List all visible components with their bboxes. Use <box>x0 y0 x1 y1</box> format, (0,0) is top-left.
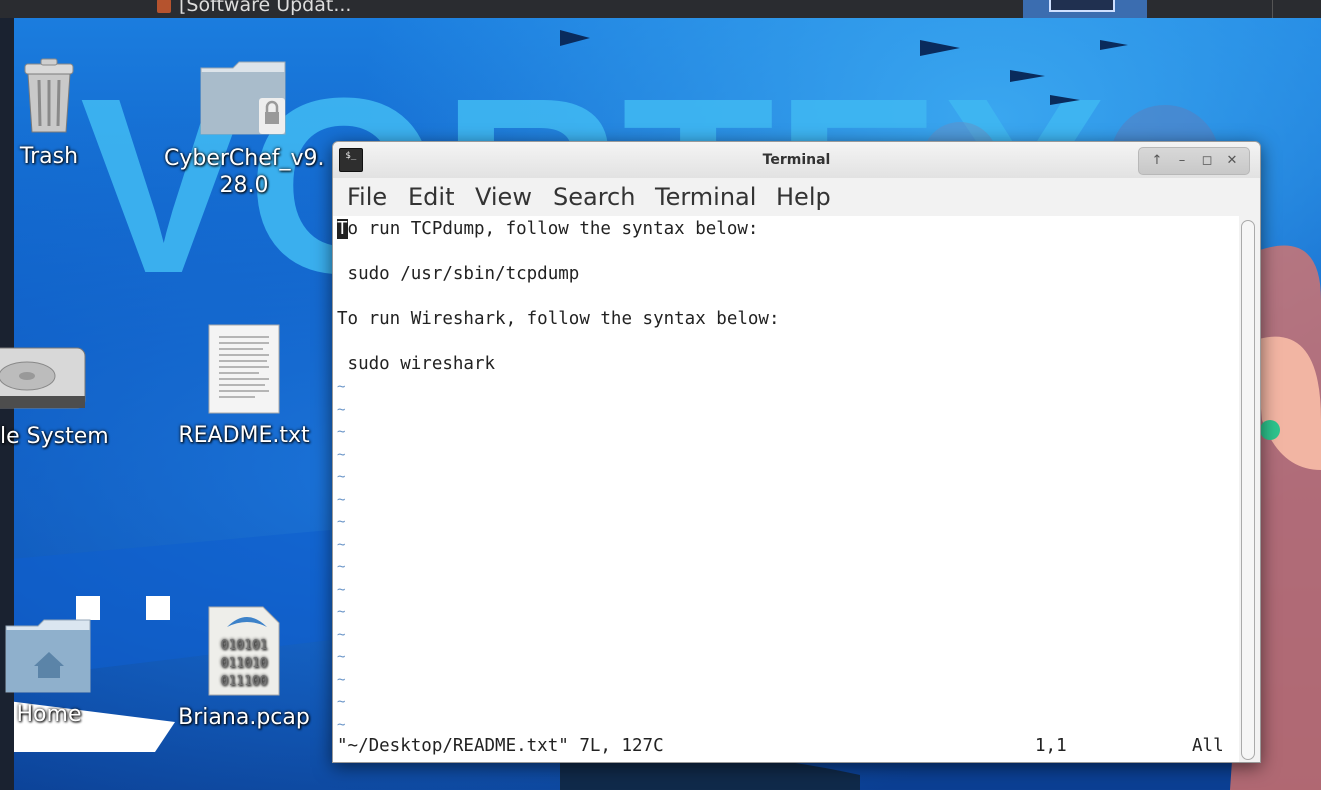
empty-line-tilde: ~ <box>337 379 346 395</box>
desktop-icon-label-line2: 28.0 <box>219 173 269 198</box>
empty-line-tilde: ~ <box>337 717 346 733</box>
vim-status-file: "~/Desktop/README.txt" 7L, 127C <box>337 736 664 756</box>
menu-view[interactable]: View <box>475 178 532 216</box>
text-cursor: T <box>337 219 348 239</box>
empty-line-tilde: ~ <box>337 402 346 418</box>
editor-line-5: To run Wireshark, follow the syntax belo… <box>337 309 780 329</box>
trash-icon <box>24 58 74 133</box>
editor-line-7: sudo wireshark <box>337 354 496 374</box>
empty-line-tilde: ~ <box>337 514 346 530</box>
workspace-switcher[interactable] <box>1023 0 1147 18</box>
menu-help[interactable]: Help <box>776 178 831 216</box>
terminal-scrollbar[interactable] <box>1241 220 1255 760</box>
terminal-window: $_ Terminal ↑ – ◻ ✕ File Edit View Searc… <box>332 141 1261 763</box>
desktop-icon-label: CyberChef_v9. <box>164 146 325 171</box>
vim-status-scroll: All <box>1192 736 1224 756</box>
binary-text-line: 011100 <box>221 674 268 689</box>
empty-line-tilde: ~ <box>337 492 346 508</box>
desktop-icon-label: Home <box>16 702 82 727</box>
text-file-icon <box>208 324 280 414</box>
empty-line-tilde: ~ <box>337 604 346 620</box>
terminal-content[interactable]: To run TCPdump, follow the syntax below:… <box>333 216 1239 762</box>
keep-above-icon[interactable]: ↑ <box>1145 150 1169 172</box>
desktop-icon-readme[interactable]: README.txt <box>164 323 324 451</box>
locked-folder-icon <box>200 61 286 135</box>
desktop-icon-cyberchef[interactable]: CyberChef_v9. 28.0 <box>164 58 325 201</box>
desktop-icon-home[interactable]: Home <box>0 618 129 730</box>
editor-line-text: o run TCPdump, follow the syntax below: <box>347 219 759 239</box>
taskbar: [Software Updat... <box>0 0 1321 18</box>
empty-line-tilde: ~ <box>337 649 346 665</box>
workspace-thumbnail <box>1049 0 1115 12</box>
editor-line-1: To run TCPdump, follow the syntax below: <box>337 218 758 240</box>
window-title: Terminal <box>762 152 831 168</box>
window-titlebar[interactable]: $_ Terminal ↑ – ◻ ✕ <box>333 142 1260 178</box>
desktop-icon-label: le System <box>0 424 109 449</box>
desktop-icon-briana-pcap[interactable]: 010101 011010 011100 Briana.pcap <box>164 605 324 733</box>
menu-bar: File Edit View Search Terminal Help <box>333 178 1260 216</box>
maximize-icon[interactable]: ◻ <box>1195 150 1219 172</box>
desktop-icon-label: README.txt <box>178 423 310 448</box>
binary-text-line: 010101 <box>221 638 268 653</box>
empty-line-tilde: ~ <box>337 582 346 598</box>
desktop-icon-trash[interactable]: Trash <box>0 58 129 172</box>
minimize-icon[interactable]: – <box>1170 150 1194 172</box>
taskbar-item-software-update[interactable]: [Software Updat... <box>157 0 351 16</box>
taskbar-item-label: [Software Updat... <box>179 0 352 16</box>
empty-line-tilde: ~ <box>337 627 346 643</box>
empty-line-tilde: ~ <box>337 559 346 575</box>
desktop-icon-label: Trash <box>19 144 79 169</box>
empty-line-tilde: ~ <box>337 469 346 485</box>
editor-line-3: sudo /usr/sbin/tcpdump <box>337 264 580 284</box>
hard-drive-icon <box>0 347 86 409</box>
vim-status-position: 1,1 <box>1035 736 1067 756</box>
binary-file-icon: 010101 011010 011100 <box>208 606 280 696</box>
empty-line-tilde: ~ <box>337 447 346 463</box>
empty-line-tilde: ~ <box>337 672 346 688</box>
software-update-icon <box>157 0 171 13</box>
home-folder-icon <box>5 619 91 693</box>
menu-search[interactable]: Search <box>553 178 635 216</box>
empty-line-tilde: ~ <box>337 537 346 553</box>
menu-edit[interactable]: Edit <box>408 178 454 216</box>
empty-line-tilde: ~ <box>337 694 346 710</box>
desktop-icon-label: Briana.pcap <box>178 705 310 730</box>
window-controls: ↑ – ◻ ✕ <box>1138 147 1250 175</box>
desktop-icon-file-system[interactable]: le System <box>0 338 129 452</box>
menu-file[interactable]: File <box>347 178 387 216</box>
close-icon[interactable]: ✕ <box>1220 150 1244 172</box>
tray-separator <box>1272 0 1273 18</box>
menu-terminal[interactable]: Terminal <box>655 178 756 216</box>
binary-text-line: 011010 <box>221 656 268 671</box>
empty-line-tilde: ~ <box>337 424 346 440</box>
